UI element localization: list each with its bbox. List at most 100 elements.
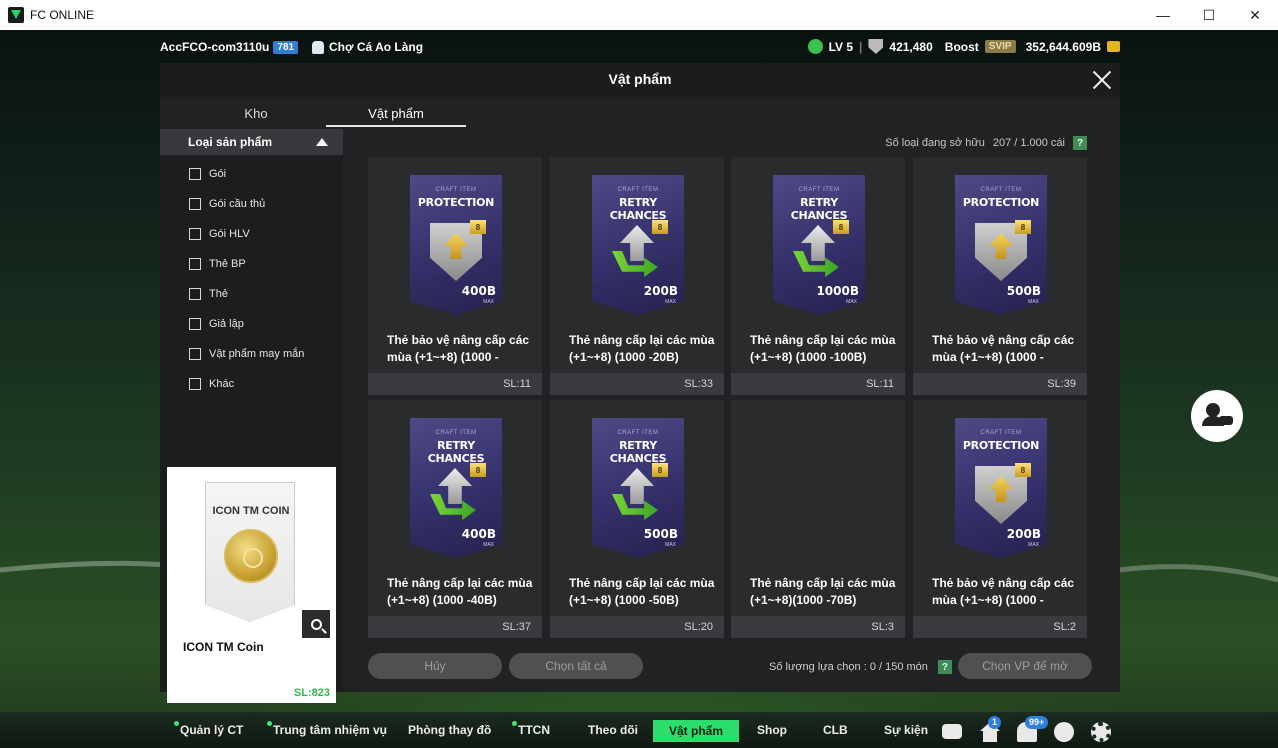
filter-sidebar: Loại sản phẩm Gói Gói cầu thủ Gói HLV Th… — [160, 129, 343, 703]
gear-icon[interactable] — [1091, 722, 1111, 742]
filter-item[interactable]: Thẻ BP — [160, 249, 343, 279]
item-footer: SL:3 — [731, 616, 905, 638]
user-icon[interactable] — [1054, 722, 1074, 742]
modal-tabs: Kho Vật phẩm — [186, 101, 466, 127]
tab-vat-pham[interactable]: Vật phẩm — [326, 101, 466, 127]
filter-label: Khác — [209, 378, 235, 390]
item-name: Thẻ nâng cấp lại các mùa (+1~+8) (1000 -… — [569, 333, 715, 364]
item-name: Thẻ nâng cấp lại các mùa (+1~+8) (1000 -… — [569, 576, 715, 607]
checkbox[interactable] — [189, 288, 201, 300]
nav-label: Shop — [757, 723, 787, 737]
help-icon[interactable]: ? — [937, 660, 952, 674]
close-window-button[interactable]: ✕ — [1232, 0, 1278, 30]
item-name: Thẻ bảo vệ nâng cấp các mùa (+1~+8) (100… — [387, 333, 530, 364]
item-card[interactable]: CRAFT ITEM RETRY CHANCES 8 1000B MAX Thẻ nâng… — [731, 157, 905, 395]
notification-dot — [174, 721, 179, 726]
craft-item-card: CRAFT ITEM PROTECTION 8 400B MAX — [410, 175, 502, 315]
nav-trung-tam-nhiem-vu[interactable]: Trung tâm nhiệm vụ — [267, 721, 388, 737]
tab-kho[interactable]: Kho — [186, 101, 326, 127]
friends-chat-button[interactable] — [1191, 390, 1243, 442]
owned-value: 207 / 1.000 cái — [992, 137, 1065, 149]
card-heading: PROTECTION — [417, 196, 495, 209]
checkbox[interactable] — [189, 378, 201, 390]
card-max: MAX — [483, 299, 494, 305]
item-footer: SL:39 — [913, 373, 1087, 395]
item-card[interactable]: CRAFT ITEM PROTECTION 8 500B MAX Thẻ bảo vệ n… — [913, 157, 1087, 395]
card-heading: RETRY CHANCES — [609, 439, 667, 465]
checkbox[interactable] — [189, 228, 201, 240]
status-bar: AccFCO-com3110u 781 Chợ Cá Ao Làng LV 5 … — [0, 32, 1278, 64]
item-footer: SL:20 — [550, 616, 724, 638]
item-card[interactable]: CRAFT ITEM RETRY CHANCES 8 500B MAX Thẻ nâng … — [550, 400, 724, 638]
card-max: MAX — [483, 542, 494, 548]
item-quantity: SL:11 — [503, 378, 531, 390]
filter-item[interactable]: Vật phẩm may mắn — [160, 339, 343, 369]
nav-label: CLB — [823, 723, 848, 737]
checkbox[interactable] — [189, 168, 201, 180]
card-subtitle: CRAFT ITEM — [980, 430, 1022, 436]
bp-value: 352,644.609B — [1025, 39, 1101, 54]
account-badge: 781 — [273, 40, 299, 54]
filter-list: Gói Gói cầu thủ Gói HLV Thẻ BP Thẻ Giả l… — [160, 155, 343, 399]
item-quantity: SL:20 — [684, 621, 713, 633]
nav-theo-doi[interactable]: Theo dõi — [588, 723, 638, 737]
checkbox[interactable] — [189, 318, 201, 330]
filter-label: Thẻ — [209, 288, 228, 300]
chat-icon[interactable] — [942, 724, 962, 739]
nav-quan-ly-ct[interactable]: Quản lý CT — [174, 721, 244, 737]
level-badge: 8 — [833, 220, 849, 234]
select-all-button[interactable]: Chọn tất cả — [509, 653, 643, 679]
item-card[interactable]: CRAFT ITEM PROTECTION 8 400B MAX Thẻ bảo vệ n… — [368, 157, 542, 395]
item-card[interactable]: Thẻ nâng cấp lại các mùa (+1~+8)(1000 -7… — [731, 400, 905, 638]
item-name: Thẻ bảo vệ nâng cấp các mùa (+1~+8) (100… — [932, 576, 1075, 607]
nav-label: Trung tâm nhiệm vụ — [273, 723, 388, 737]
maximize-button[interactable]: ☐ — [1186, 0, 1232, 30]
boost-label: Boost — [944, 39, 979, 54]
checkbox[interactable] — [189, 348, 201, 360]
nav-ttcn[interactable]: TTCN — [512, 721, 550, 737]
level-badge: 8 — [470, 463, 486, 477]
item-quantity: SL:2 — [1053, 621, 1076, 633]
nav-label: Phòng thay đồ — [408, 723, 492, 737]
card-subtitle: CRAFT ITEM — [980, 187, 1022, 193]
nav-phong-thay-do[interactable]: Phòng thay đồ — [408, 723, 491, 737]
nav-shop[interactable]: Shop — [757, 723, 787, 737]
level-badge: 8 — [652, 220, 668, 234]
checkbox[interactable] — [189, 198, 201, 210]
cancel-button[interactable]: Hủy — [368, 653, 502, 679]
item-preview-panel: ICON TM COIN ICON TM Coin SL:823 — [167, 467, 336, 703]
filter-item[interactable]: Gói HLV — [160, 219, 343, 249]
nav-su-kien[interactable]: Sự kiện — [884, 723, 928, 737]
item-quantity: SL:37 — [502, 621, 531, 633]
filter-item[interactable]: Giả lập — [160, 309, 343, 339]
nav-label: Quản lý CT — [180, 723, 244, 737]
filter-item[interactable]: Khác — [160, 369, 343, 399]
craft-item-card: CRAFT ITEM RETRY CHANCES 8 200B MAX — [592, 175, 684, 315]
level-badge: 8 — [1015, 220, 1031, 234]
filter-label: Gói cầu thủ — [209, 198, 266, 210]
zoom-button[interactable] — [302, 610, 330, 638]
nav-vat-pham[interactable]: Vật phẩm — [653, 720, 740, 742]
item-card[interactable]: CRAFT ITEM RETRY CHANCES 8 200B MAX Thẻ nâng … — [550, 157, 724, 395]
selection-count-label: Số lượng lựa chọn : 0 / 150 món — [769, 661, 928, 673]
close-icon[interactable] — [1090, 68, 1114, 92]
item-footer: SL:33 — [550, 373, 724, 395]
chat-bubble-icon — [1219, 416, 1233, 425]
filter-item[interactable]: Gói cầu thủ — [160, 189, 343, 219]
item-card[interactable]: CRAFT ITEM RETRY CHANCES 8 400B MAX Thẻ nâng … — [368, 400, 542, 638]
card-max: MAX — [1028, 542, 1039, 548]
account-name: AccFCO-com3110u — [160, 40, 270, 54]
filter-item[interactable]: Gói — [160, 159, 343, 189]
item-card[interactable]: CRAFT ITEM PROTECTION 8 200B MAX Thẻ bảo vệ n… — [913, 400, 1087, 638]
item-footer: SL:37 — [368, 616, 542, 638]
category-header[interactable]: Loại sản phẩm — [160, 129, 343, 155]
card-value: 400B — [461, 527, 496, 541]
open-selected-button[interactable]: Chọn VP để mở — [958, 653, 1092, 679]
checkbox[interactable] — [189, 258, 201, 270]
filter-item[interactable]: Thẻ — [160, 279, 343, 309]
help-icon[interactable]: ? — [1073, 136, 1087, 150]
market-info[interactable]: Chợ Cá Ao Làng — [312, 40, 423, 54]
minimize-button[interactable]: — — [1140, 0, 1186, 30]
nav-clb[interactable]: CLB — [823, 723, 848, 737]
account-info[interactable]: AccFCO-com3110u 781 — [160, 40, 299, 54]
